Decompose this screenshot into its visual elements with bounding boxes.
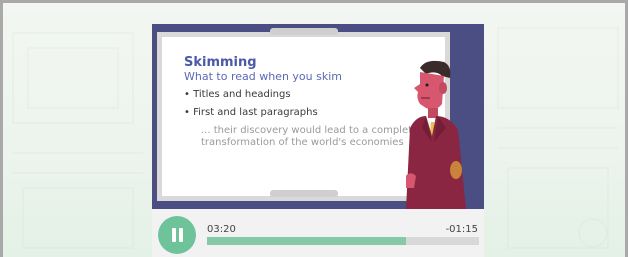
slide-quote-line1: ... their discovery would lead to a comp… <box>201 125 419 136</box>
progress-fill <box>207 237 406 245</box>
slide-subtitle: What to read when you skim <box>184 70 342 83</box>
slide-quote: ... their discovery would lead to a comp… <box>201 125 421 149</box>
slide-title: Skimming <box>184 55 257 70</box>
video-player[interactable]: Skimming What to read when you skim • Ti… <box>152 24 484 257</box>
elapsed-time: 03:20 <box>207 224 236 235</box>
progress-bar[interactable] <box>207 237 479 245</box>
slide-bullet-titles: • Titles and headings <box>184 89 291 100</box>
pause-icon <box>172 228 176 242</box>
board-clip-top <box>270 28 338 35</box>
board-clip-bottom <box>270 190 338 197</box>
lesson-page: Skimming What to read when you skim • Ti… <box>0 0 628 257</box>
slide-bullet-paragraphs: • First and last paragraphs <box>184 107 318 118</box>
remaining-time: -01:15 <box>445 224 478 235</box>
pause-button[interactable] <box>158 216 196 254</box>
pause-icon-bar <box>179 228 183 242</box>
video-frame[interactable]: Skimming What to read when you skim • Ti… <box>152 24 484 209</box>
slide-quote-line2: transformation of the world's economies <box>201 137 404 148</box>
player-controls: 03:20 -01:15 <box>152 209 484 257</box>
presenter-illustration <box>406 60 466 209</box>
